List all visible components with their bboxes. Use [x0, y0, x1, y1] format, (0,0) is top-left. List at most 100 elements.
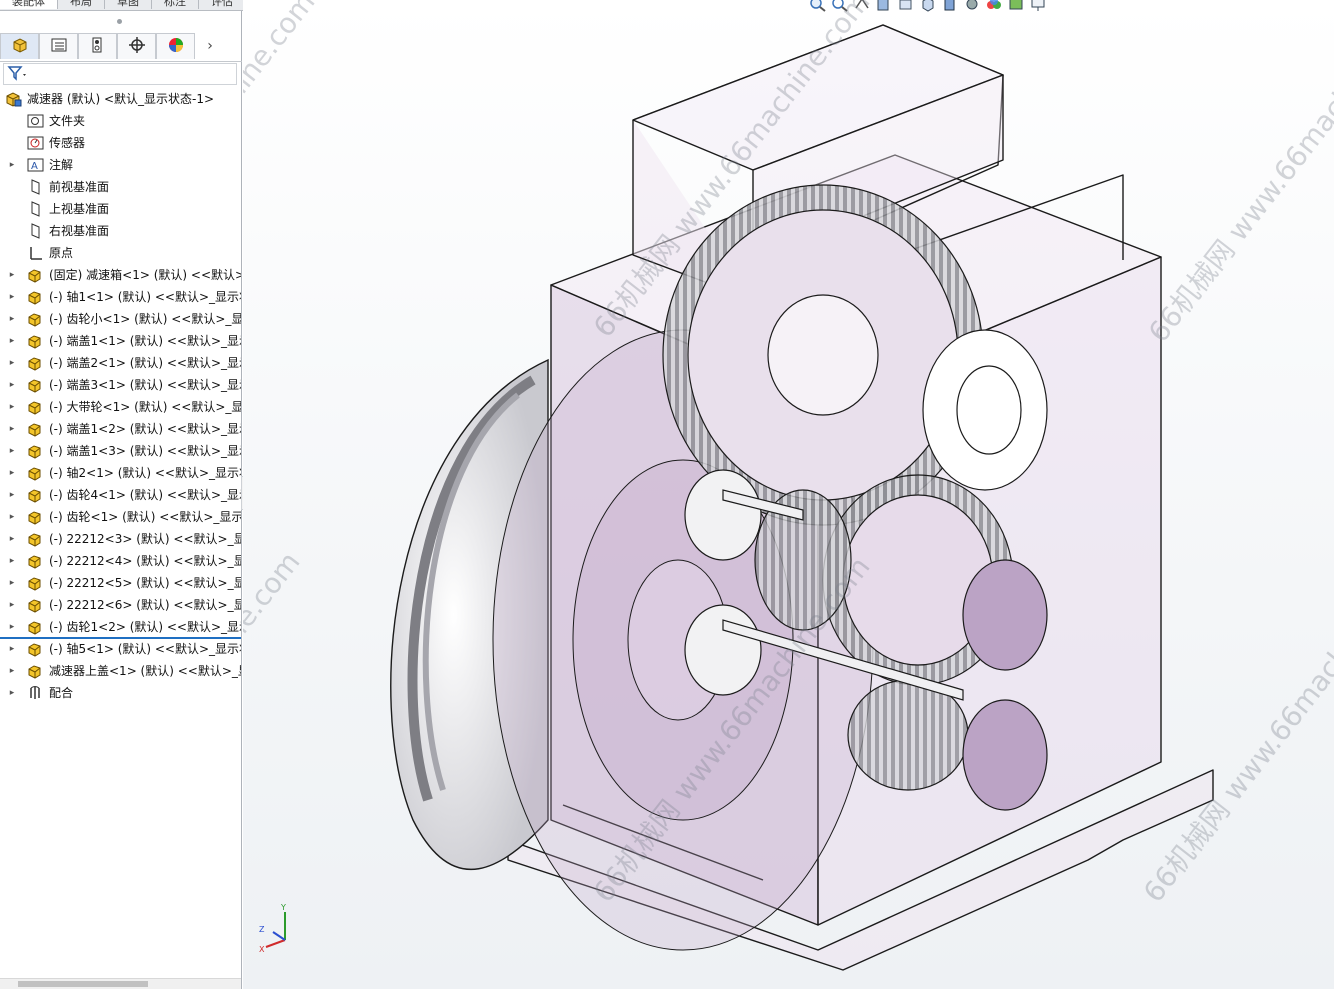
expand-arrow-icon[interactable]: ▸ — [7, 594, 17, 616]
expand-arrow-icon[interactable]: ▸ — [7, 528, 17, 550]
expand-arrow-icon[interactable]: ▸ — [7, 638, 17, 660]
expand-arrow-icon[interactable]: ▸ — [7, 550, 17, 572]
assembly-icon — [5, 91, 22, 107]
tree-item-label: (-) 齿轮4<1> (默认) <<默认>_显示 — [49, 488, 241, 502]
panel-tab[interactable] — [78, 33, 117, 59]
horizontal-scrollbar[interactable] — [0, 978, 241, 989]
tree-mates[interactable]: ▸ 配合 — [0, 682, 241, 704]
tree-component[interactable]: ▸ (-) 22212<3> (默认) <<默认>_显示 — [0, 528, 241, 550]
dimxpertmanager-icon — [128, 36, 146, 57]
panel-tab[interactable] — [156, 33, 195, 59]
tree-component[interactable]: ▸ (-) 22212<4> (默认) <<默认>_显示 — [0, 550, 241, 572]
tree-filter[interactable] — [3, 63, 237, 85]
expand-arrow-icon[interactable]: ▸ — [7, 286, 17, 308]
chevron-right-icon[interactable]: › — [195, 33, 225, 59]
tree-component[interactable]: ▸ (-) 端盖1<1> (默认) <<默认>_显示 — [0, 330, 241, 352]
tree-component[interactable]: ▸ (-) 轴5<1> (默认) <<默认>_显示状 — [0, 638, 241, 660]
tree-item[interactable]: 右视基准面 — [0, 220, 241, 242]
panel-tab[interactable] — [117, 33, 156, 59]
tree-item[interactable]: 原点 — [0, 242, 241, 264]
tree-item-label: 配合 — [49, 686, 74, 700]
expand-arrow-icon[interactable]: ▸ — [7, 440, 17, 462]
expand-arrow-icon[interactable]: ▸ — [7, 308, 17, 330]
tree-component[interactable]: ▸ (-) 端盖1<3> (默认) <<默认>_显示 — [0, 440, 241, 462]
tree-item-label: (-) 大带轮<1> (默认) <<默认>_显示 — [49, 400, 241, 414]
command-tab[interactable]: 布局 — [58, 0, 105, 9]
panel-tab[interactable] — [39, 33, 78, 59]
tree-component[interactable]: ▸ (-) 齿轮小<1> (默认) <<默认>_显示 — [0, 308, 241, 330]
tree-item-label: (-) 22212<5> (默认) <<默认>_显示 — [49, 576, 241, 590]
expand-arrow-icon[interactable]: ▸ — [7, 462, 17, 484]
tree-component[interactable]: ▸ (-) 22212<6> (默认) <<默认>_显示 — [0, 594, 241, 616]
part-icon — [27, 311, 44, 327]
tree-item-label: (-) 端盖1<1> (默认) <<默认>_显示 — [49, 334, 241, 348]
part-icon — [27, 663, 44, 679]
tree-component[interactable]: ▸ (-) 齿轮1<2> (默认) <<默认>_显示 — [0, 616, 241, 638]
triad-y-label: Y — [280, 903, 286, 912]
expand-arrow-icon[interactable]: ▸ — [7, 682, 17, 704]
panel-splitter-handle[interactable] — [117, 19, 122, 24]
expand-arrow-icon[interactable]: ▸ — [7, 374, 17, 396]
tree-root[interactable]: 减速器 (默认) <默认_显示状态-1> — [0, 88, 241, 110]
tree-component[interactable]: ▸ (-) 齿轮4<1> (默认) <<默认>_显示 — [0, 484, 241, 506]
tree-component[interactable]: ▸ (-) 齿轮<1> (默认) <<默认>_显示状 — [0, 506, 241, 528]
propertymanager-icon — [50, 36, 68, 57]
tree-item-label: 注解 — [49, 158, 74, 172]
tree-item[interactable]: 前视基准面 — [0, 176, 241, 198]
annotation-icon: A — [27, 157, 44, 173]
tree-component[interactable]: ▸ 减速器上盖<1> (默认) <<默认>_显 — [0, 660, 241, 682]
command-tab[interactable]: 标注 — [152, 0, 199, 9]
part-icon — [27, 509, 44, 525]
configurationmanager-icon — [89, 36, 107, 57]
tree-component[interactable]: ▸ (-) 端盖1<2> (默认) <<默认>_显示 — [0, 418, 241, 440]
svg-text:A: A — [31, 161, 38, 172]
expand-arrow-icon[interactable]: ▸ — [7, 660, 17, 682]
part-icon — [27, 377, 44, 393]
expand-arrow-icon[interactable]: ▸ — [7, 418, 17, 440]
tree-component[interactable]: ▸ (-) 大带轮<1> (默认) <<默认>_显示 — [0, 396, 241, 418]
command-tab[interactable]: 装配体 — [0, 0, 58, 9]
tree-component[interactable]: ▸ (-) 端盖3<1> (默认) <<默认>_显示 — [0, 374, 241, 396]
expand-arrow-icon[interactable]: ▸ — [7, 506, 17, 528]
tree-component[interactable]: ▸ (-) 22212<5> (默认) <<默认>_显示 — [0, 572, 241, 594]
tree-item[interactable]: 文件夹 — [0, 110, 241, 132]
command-tab[interactable]: 草图 — [105, 0, 152, 9]
part-icon — [27, 399, 44, 415]
featuremanager-icon — [11, 36, 29, 57]
expand-arrow-icon[interactable]: ▸ — [7, 330, 17, 352]
part-icon — [27, 355, 44, 371]
expand-arrow-icon[interactable]: ▸ — [7, 352, 17, 374]
tree-component[interactable]: ▸ (-) 端盖2<1> (默认) <<默认>_显示 — [0, 352, 241, 374]
feature-tree: 减速器 (默认) <默认_显示状态-1> 文件夹 传感器 ▸ A 注解 前视基准面 上视基准面… — [0, 88, 241, 704]
expand-arrow-icon[interactable]: ▸ — [7, 154, 17, 176]
tree-item-label: (-) 轴2<1> (默认) <<默认>_显示状 — [49, 466, 241, 480]
triad-z-label: Z — [259, 925, 265, 934]
tree-item[interactable]: ▸ A 注解 — [0, 154, 241, 176]
tree-item[interactable]: 上视基准面 — [0, 198, 241, 220]
tree-component[interactable]: ▸ (固定) 减速箱<1> (默认) <<默认>_ — [0, 264, 241, 286]
panel-tab[interactable] — [0, 33, 39, 59]
plane-icon — [27, 179, 44, 195]
part-icon — [27, 487, 44, 503]
tree-component[interactable]: ▸ (-) 轴1<1> (默认) <<默认>_显示状 — [0, 286, 241, 308]
tree-item-label: (-) 22212<6> (默认) <<默认>_显示 — [49, 598, 241, 612]
tree-item-label: 原点 — [49, 246, 74, 260]
tree-component[interactable]: ▸ (-) 轴2<1> (默认) <<默认>_显示状 — [0, 462, 241, 484]
displaymanager-icon — [167, 36, 185, 57]
part-icon — [27, 553, 44, 569]
filter-icon[interactable] — [7, 65, 29, 84]
expand-arrow-icon[interactable]: ▸ — [7, 484, 17, 506]
plane-icon — [27, 223, 44, 239]
expand-arrow-icon[interactable]: ▸ — [7, 264, 17, 286]
tree-item-label: (-) 端盖2<1> (默认) <<默认>_显示 — [49, 356, 241, 370]
command-tab[interactable]: 评估 — [199, 0, 246, 9]
scrollbar-thumb[interactable] — [18, 981, 148, 987]
part-icon — [27, 421, 44, 437]
part-icon — [27, 619, 44, 635]
graphics-area[interactable]: Z Y X 66机械网 www.66machine.com 66机械网 www.… — [243, 0, 1334, 989]
expand-arrow-icon[interactable]: ▸ — [7, 572, 17, 594]
expand-arrow-icon[interactable]: ▸ — [7, 616, 17, 638]
expand-arrow-icon[interactable]: ▸ — [7, 396, 17, 418]
tree-item-label: 减速器 (默认) <默认_显示状态-1> — [27, 92, 215, 106]
tree-item[interactable]: 传感器 — [0, 132, 241, 154]
